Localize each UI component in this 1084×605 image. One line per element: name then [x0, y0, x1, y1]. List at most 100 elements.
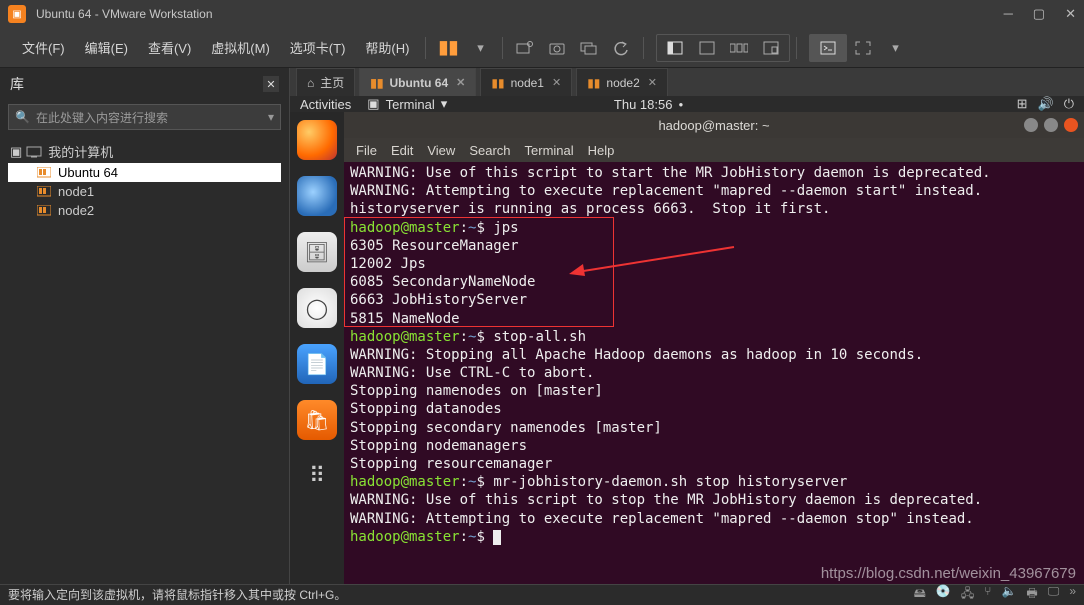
gnome-tray[interactable]: ⊞ 🔊 ⏻: [1017, 96, 1074, 112]
device-display-icon[interactable]: 🖵: [1048, 584, 1060, 605]
terminal-output[interactable]: WARNING: Use of this script to start the…: [344, 162, 1084, 603]
tab-node1[interactable]: ▮▮ node1 ✕: [480, 68, 572, 96]
dock-software-icon[interactable]: 🛍: [297, 400, 337, 440]
menu-file[interactable]: 文件(F): [12, 34, 75, 61]
library-title: 库: [10, 74, 24, 94]
fullscreen-icon[interactable]: [849, 35, 877, 61]
network-icon: ⊞: [1017, 96, 1028, 112]
search-dropdown-icon[interactable]: ▾: [268, 110, 274, 124]
view-fullscreen-split-icon[interactable]: [693, 35, 721, 61]
tab-node2[interactable]: ▮▮ node2 ✕: [576, 68, 668, 96]
term-menu-terminal[interactable]: Terminal: [525, 143, 574, 158]
dock-thunderbird-icon[interactable]: [297, 176, 337, 216]
tree-root[interactable]: ▣ 我的计算机: [8, 140, 281, 163]
dock-firefox-icon[interactable]: [297, 120, 337, 160]
tree-vm-node2[interactable]: node2: [8, 201, 281, 220]
vm-tab-icon: ▮▮: [370, 76, 383, 90]
menu-view[interactable]: 查看(V): [138, 34, 201, 61]
tab-close-icon[interactable]: ✕: [552, 76, 561, 89]
tool-snapshot-icon[interactable]: [543, 35, 571, 61]
home-icon: ⌂: [307, 76, 314, 90]
terminal-title: hadoop@master: ~: [658, 118, 769, 133]
tab-label: node2: [606, 76, 639, 90]
menu-tabs[interactable]: 选项卡(T): [280, 34, 356, 61]
tool-revert-icon[interactable]: [607, 35, 635, 61]
dock-libreoffice-icon[interactable]: 📄: [297, 344, 337, 384]
statusbar-devices: 🖴 💿 🖧 ⑂ 🔈 🖶 🖵 »: [914, 584, 1076, 605]
device-hdd-icon[interactable]: 🖴: [914, 584, 926, 605]
gnome-active-app[interactable]: ▣ Terminal ▾: [367, 96, 447, 112]
tab-label: node1: [511, 76, 544, 90]
statusbar-hint: 要将输入定向到该虚拟机，请将鼠标指针移入其中或按 Ctrl+G。: [8, 586, 346, 603]
tree-vm-label: Ubuntu 64: [58, 165, 118, 180]
tab-close-icon[interactable]: ✕: [456, 76, 465, 89]
tree-vm-label: node1: [58, 184, 94, 199]
terminal-menubar: File Edit View Search Terminal Help: [344, 138, 1084, 162]
minimize-button[interactable]: ─: [1004, 6, 1013, 22]
menu-vm[interactable]: 虚拟机(M): [201, 34, 280, 61]
view-thumbnail-icon[interactable]: [725, 35, 753, 61]
gnome-activities[interactable]: Activities: [300, 97, 351, 112]
device-usb-icon[interactable]: ⑂: [984, 584, 991, 605]
menubar: 文件(F) 编辑(E) 查看(V) 虚拟机(M) 选项卡(T) 帮助(H) ▮▮…: [0, 28, 1084, 68]
device-nic-icon[interactable]: 🖧: [961, 584, 974, 605]
vmware-logo-icon: ▣: [8, 5, 26, 23]
vm-tab-icon: ▮▮: [587, 76, 600, 90]
library-search-input[interactable]: 🔍 在此处键入内容进行搜索 ▾: [8, 104, 281, 130]
vm-dropdown-icon[interactable]: ▾: [466, 35, 494, 61]
tab-ubuntu64[interactable]: ▮▮ Ubuntu 64 ✕: [359, 68, 476, 96]
dock-files-icon[interactable]: 🗄: [297, 232, 337, 272]
gnome-clock[interactable]: Thu 18:56 ●: [614, 97, 683, 112]
vm-running-icon: [36, 166, 52, 180]
tab-home[interactable]: ⌂ 主页: [296, 68, 355, 96]
window-titlebar: ▣ Ubuntu 64 - VMware Workstation ─ ▢ ✕: [0, 0, 1084, 28]
statusbar: 要将输入定向到该虚拟机，请将鼠标指针移入其中或按 Ctrl+G。 🖴 💿 🖧 ⑂…: [0, 584, 1084, 604]
term-menu-edit[interactable]: Edit: [391, 143, 413, 158]
gnome-dock: 🗄 ◯ 📄 🛍 ⠿: [290, 112, 344, 603]
term-menu-view[interactable]: View: [427, 143, 455, 158]
tree-vm-node1[interactable]: node1: [8, 182, 281, 201]
vm-tab-icon: ▮▮: [491, 76, 504, 90]
menu-help[interactable]: 帮助(H): [355, 34, 419, 61]
view-unity-icon[interactable]: [757, 35, 785, 61]
window-title: Ubuntu 64 - VMware Workstation: [36, 7, 1004, 21]
toolbar-dropdown-icon[interactable]: ▾: [881, 35, 909, 61]
term-menu-search[interactable]: Search: [469, 143, 510, 158]
term-menu-help[interactable]: Help: [588, 143, 615, 158]
terminal-close-icon[interactable]: [1064, 118, 1078, 132]
maximize-button[interactable]: ▢: [1033, 6, 1045, 22]
term-menu-file[interactable]: File: [356, 143, 377, 158]
device-cd-icon[interactable]: 💿: [936, 584, 951, 605]
vm-tabs: ⌂ 主页 ▮▮ Ubuntu 64 ✕ ▮▮ node1 ✕ ▮▮ node2 …: [290, 68, 1084, 96]
search-icon: 🔍: [15, 110, 30, 124]
menu-edit[interactable]: 编辑(E): [75, 34, 138, 61]
tab-home-label: 主页: [320, 74, 344, 91]
device-sound-icon[interactable]: 🔈: [1001, 584, 1016, 605]
close-button[interactable]: ✕: [1065, 6, 1076, 22]
notification-dot-icon: ●: [678, 100, 683, 109]
terminal-window[interactable]: hadoop@master: ~ File Edit View Search T…: [344, 112, 1084, 603]
tree-vm-ubuntu64[interactable]: Ubuntu 64: [8, 163, 281, 182]
content-area: ⌂ 主页 ▮▮ Ubuntu 64 ✕ ▮▮ node1 ✕ ▮▮ node2 …: [290, 68, 1084, 584]
view-console-icon[interactable]: [661, 35, 689, 61]
dock-rhythmbox-icon[interactable]: ◯: [297, 288, 337, 328]
terminal-titlebar: hadoop@master: ~: [344, 112, 1084, 138]
tool-send-ctrl-alt-del-icon[interactable]: [511, 35, 539, 61]
device-printer-icon[interactable]: 🖶: [1026, 584, 1037, 605]
library-sidebar: 库 ✕ 🔍 在此处键入内容进行搜索 ▾ ▣ 我的计算机 Ubuntu 64 no…: [0, 68, 290, 584]
statusbar-chevron-icon[interactable]: »: [1069, 584, 1076, 605]
gnome-app-label: Terminal: [386, 97, 435, 112]
tab-close-icon[interactable]: ✕: [648, 76, 657, 89]
chevron-down-icon: ▾: [441, 96, 448, 112]
console-terminal-icon[interactable]: [814, 35, 842, 61]
terminal-minimize-icon[interactable]: [1024, 118, 1038, 132]
tree-root-label: 我的计算机: [48, 142, 113, 161]
vm-running-icon: [36, 204, 52, 218]
tab-label: Ubuntu 64: [389, 76, 448, 90]
terminal-maximize-icon[interactable]: [1044, 118, 1058, 132]
tree-vm-label: node2: [58, 203, 94, 218]
pause-vm-icon[interactable]: ▮▮: [434, 35, 462, 61]
dock-show-apps-icon[interactable]: ⠿: [297, 456, 337, 496]
library-close-icon[interactable]: ✕: [263, 76, 279, 92]
tool-snapshot-manager-icon[interactable]: [575, 35, 603, 61]
